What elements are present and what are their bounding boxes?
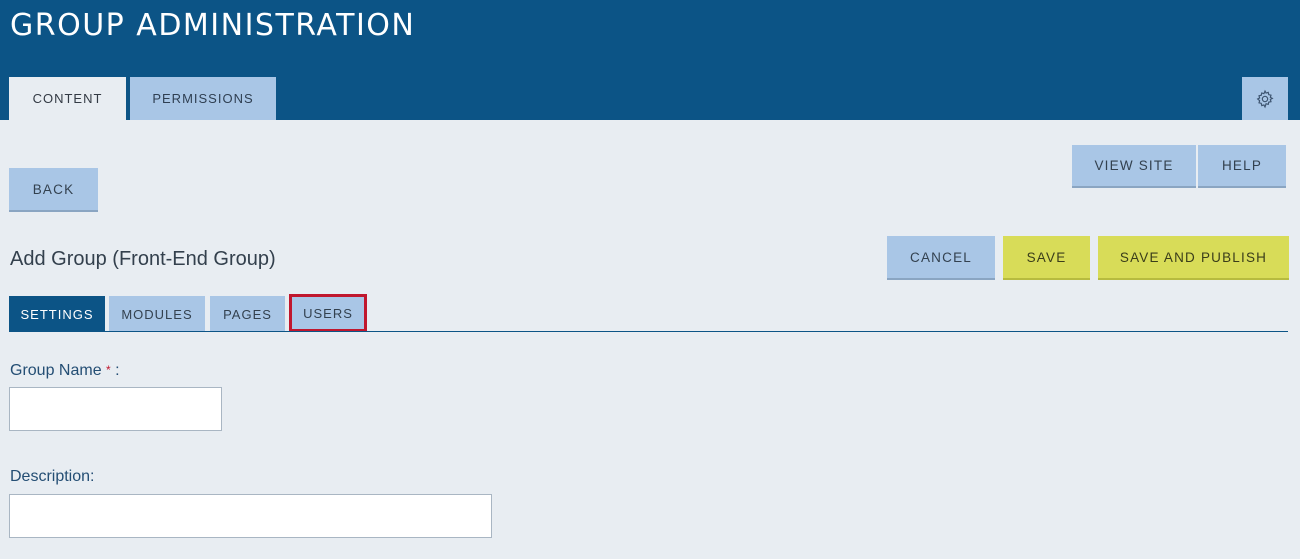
save-and-publish-button[interactable]: SAVE AND PUBLISH bbox=[1098, 236, 1289, 280]
page-title: Add Group (Front-End Group) bbox=[10, 248, 276, 270]
app-title: GROUP ADMINISTRATION bbox=[10, 8, 416, 43]
settings-button[interactable] bbox=[1242, 77, 1288, 120]
view-site-button[interactable]: VIEW SITE bbox=[1072, 145, 1196, 188]
tab-settings[interactable]: SETTINGS bbox=[9, 296, 105, 332]
tab-modules[interactable]: MODULES bbox=[109, 296, 205, 332]
tab-content[interactable]: CONTENT bbox=[9, 77, 126, 120]
group-name-input[interactable] bbox=[9, 387, 222, 431]
tab-pages[interactable]: PAGES bbox=[210, 296, 285, 332]
help-button[interactable]: HELP bbox=[1198, 145, 1286, 188]
description-input[interactable] bbox=[9, 494, 492, 538]
description-label: Description: bbox=[10, 468, 95, 485]
group-name-label-text: Group Name bbox=[10, 362, 102, 379]
tab-permissions[interactable]: PERMISSIONS bbox=[130, 77, 276, 120]
gear-icon bbox=[1256, 89, 1274, 108]
save-button[interactable]: SAVE bbox=[1003, 236, 1090, 280]
group-name-label: Group Name * : bbox=[10, 361, 120, 381]
tab-users[interactable]: USERS bbox=[289, 294, 367, 332]
app-header: GROUP ADMINISTRATION CONTENT PERMISSIONS bbox=[0, 0, 1300, 120]
tab-divider bbox=[9, 331, 1288, 332]
label-colon: : bbox=[115, 362, 120, 379]
cancel-button[interactable]: CANCEL bbox=[887, 236, 995, 280]
required-marker: * bbox=[106, 363, 111, 377]
back-button[interactable]: BACK bbox=[9, 168, 98, 212]
